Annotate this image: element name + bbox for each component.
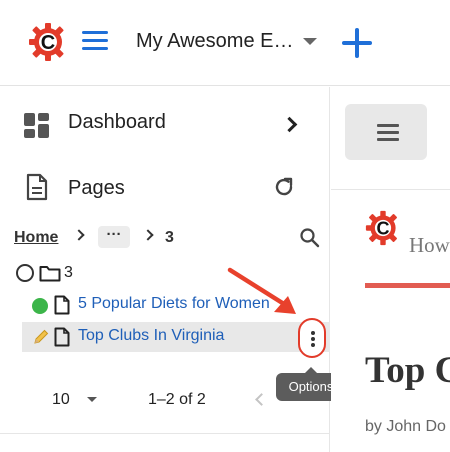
- green-dot-icon: [32, 298, 48, 314]
- preview-tagline: How: [409, 233, 450, 257]
- preview-menu-button[interactable]: [345, 104, 427, 160]
- breadcrumb-home-link[interactable]: Home: [14, 229, 58, 247]
- chevron-right-icon: [142, 229, 154, 241]
- dashboard-icon: [24, 113, 50, 139]
- page-preview: C How Top C by John Do: [331, 87, 450, 452]
- refresh-icon[interactable]: [272, 175, 296, 199]
- pencil-icon: [34, 329, 49, 344]
- hamburger-menu-icon[interactable]: [82, 31, 108, 53]
- preview-byline: by John Do: [365, 418, 446, 435]
- chevron-right-icon: [73, 229, 85, 241]
- top-bar: C My Awesome E…: [0, 0, 450, 86]
- search-icon[interactable]: [299, 227, 321, 249]
- sidebar-item-dashboard[interactable]: Dashboard: [0, 91, 330, 151]
- svg-text:C: C: [377, 218, 390, 238]
- pagination-range: 1–2 of 2: [148, 391, 206, 408]
- rows-per-page-select[interactable]: 10: [52, 391, 70, 409]
- site-selector-caret-icon[interactable]: [303, 38, 317, 45]
- divider: [331, 189, 450, 190]
- breadcrumb-current: 3: [165, 229, 174, 246]
- chevron-right-icon[interactable]: [281, 116, 298, 133]
- tree-item-title[interactable]: Top Clubs In Virginia: [78, 327, 224, 345]
- select-radio[interactable]: [16, 264, 34, 282]
- annotation-arrow-icon: [227, 267, 296, 314]
- sidebar-item-label: Dashboard: [68, 111, 166, 133]
- tree-root-label: 3: [64, 264, 73, 281]
- document-icon: [54, 327, 70, 347]
- gear-c-logo-icon: C: [365, 210, 397, 246]
- add-plus-icon[interactable]: [340, 26, 374, 60]
- preview-page-title: Top C: [365, 350, 450, 391]
- document-icon: [26, 173, 48, 201]
- svg-text:C: C: [41, 32, 55, 54]
- gear-c-logo-icon[interactable]: C: [28, 22, 68, 62]
- chevron-down-icon[interactable]: [87, 397, 97, 402]
- sidebar-item-pages[interactable]: Pages: [0, 157, 330, 217]
- divider: [0, 433, 330, 434]
- site-selector-label[interactable]: My Awesome E…: [136, 30, 293, 53]
- divider: [365, 283, 450, 288]
- chevron-left-icon[interactable]: [255, 393, 268, 406]
- folder-icon: [39, 266, 61, 282]
- sidebar-item-label: Pages: [68, 177, 125, 199]
- document-icon: [54, 295, 70, 315]
- breadcrumb-more-button[interactable]: ···: [98, 226, 130, 248]
